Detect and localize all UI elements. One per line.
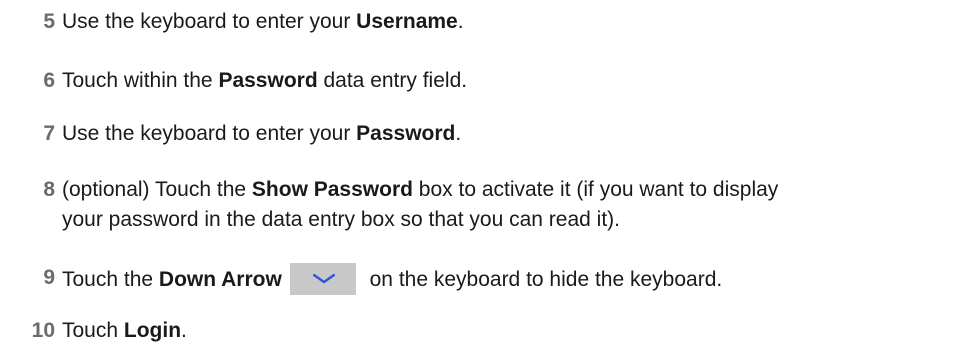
step-text: Touch within the Password data entry fie… <box>62 66 942 96</box>
step-text-pre: Touch <box>62 319 124 342</box>
chevron-down-icon <box>312 274 335 284</box>
step-text-pre: Use the keyboard to enter your <box>62 10 357 33</box>
step-text-line-2: your password in the data entry box so t… <box>62 208 620 231</box>
step-text-post: . <box>457 10 464 33</box>
step-text-pre: Touch within the <box>62 69 219 92</box>
step-text-bold: Username <box>356 10 458 33</box>
step-text-bold: Password <box>218 69 318 92</box>
step-text-line-1: (optional) Touch the Show Password box t… <box>62 175 942 205</box>
step-text-bold: Show Password <box>251 178 413 201</box>
step-text-post: box to activate it (if you want to displ… <box>412 178 779 201</box>
step-text: Touch the Down Arrow on the keyboard to … <box>62 263 942 295</box>
step-text-pre: Use the keyboard to enter your <box>62 122 357 145</box>
step-text-bold: Password <box>356 122 456 145</box>
step-number: 9 <box>43 266 55 289</box>
step-text-bold: Login <box>123 319 182 342</box>
step-text-post: . <box>181 319 187 342</box>
step-text: Use the keyboard to enter your Password. <box>62 119 942 149</box>
step-text-pre: (optional) Touch the <box>62 178 252 201</box>
step-number: 6 <box>43 69 55 92</box>
step-text-post: . <box>455 122 462 145</box>
step-text: Touch Login. <box>62 316 942 346</box>
step-text: (optional) Touch the Show Password box t… <box>62 175 942 235</box>
step-number: 5 <box>43 10 55 33</box>
step-number: 7 <box>43 122 55 145</box>
step-number: 8 <box>43 178 55 201</box>
down-arrow-key <box>289 263 356 295</box>
step-text-post: data entry field. <box>317 69 468 92</box>
step-text-pre: Touch the <box>62 268 159 291</box>
step-text: Use the keyboard to enter your Username. <box>62 7 942 37</box>
step-number: 10 <box>31 319 55 342</box>
step-text-bold: Down Arrow <box>158 268 282 291</box>
step-text-post: on the keyboard to hide the keyboard. <box>363 268 723 291</box>
